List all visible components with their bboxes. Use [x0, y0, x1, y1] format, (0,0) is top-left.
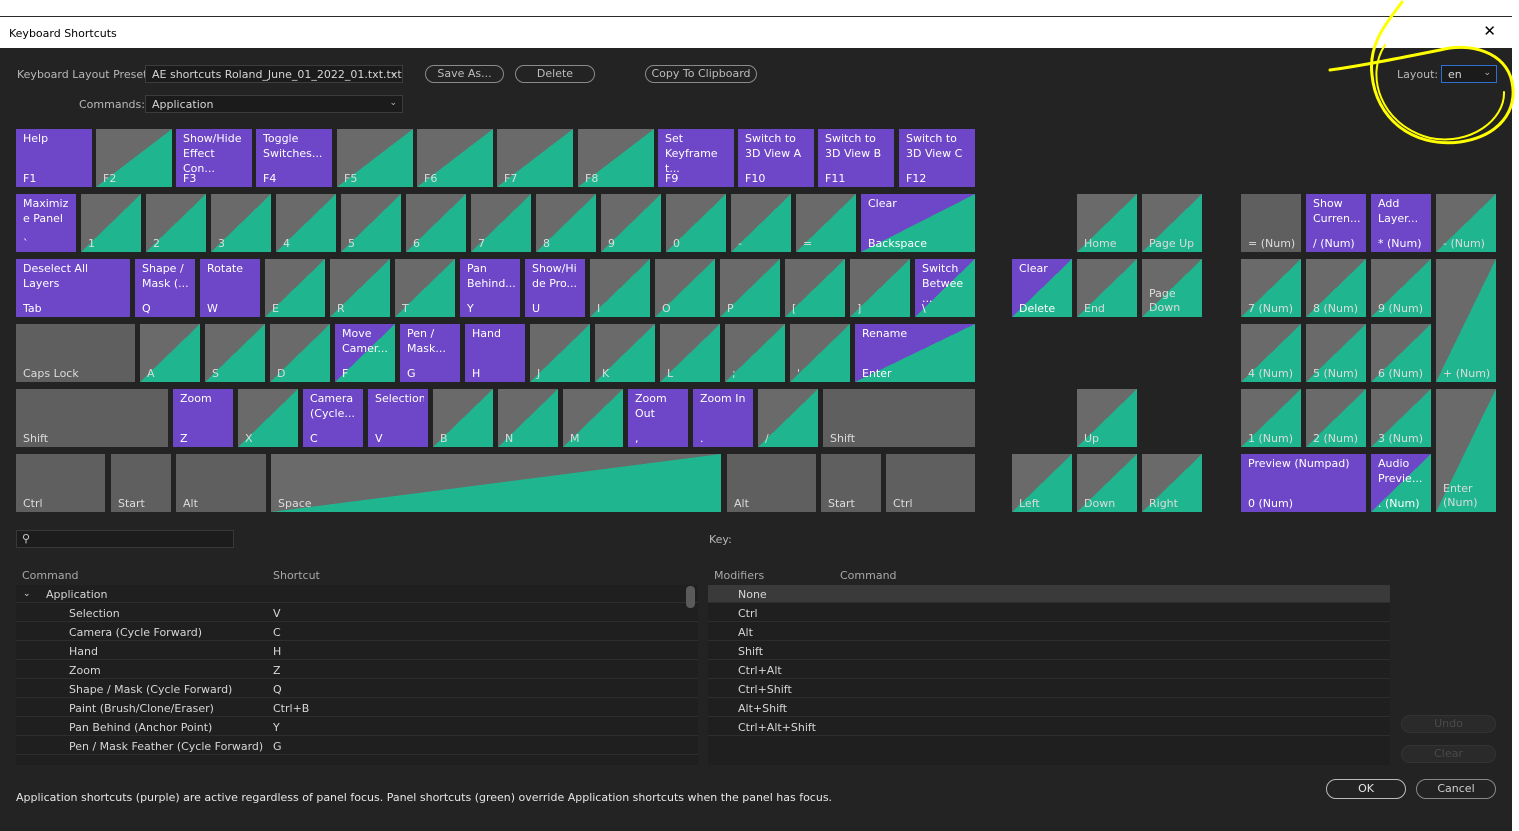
yellow-annotation-circle: [1328, 0, 1515, 145]
screen: Keyboard Shortcuts ✕ Keyboard Layout Pre…: [0, 0, 1519, 831]
